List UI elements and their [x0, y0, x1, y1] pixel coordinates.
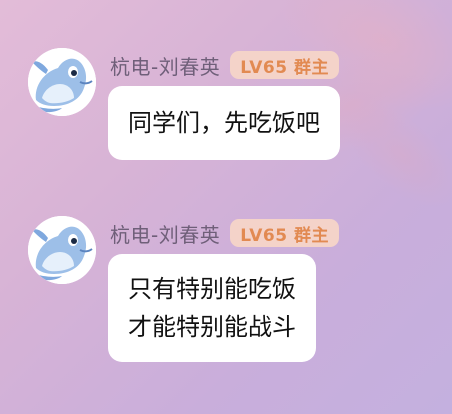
avatar[interactable] [28, 216, 96, 284]
message-bubble[interactable]: 同学们，先吃饭吧 [108, 86, 340, 160]
background-petal [325, 83, 452, 227]
message-text: 只有特别能吃饭 [128, 275, 296, 303]
dolphin-icon [28, 216, 96, 284]
message-header: 杭电-刘春英 LV65 群主 [110, 218, 339, 248]
avatar[interactable] [28, 48, 96, 116]
message-bubble[interactable]: 只有特别能吃饭 才能特别能战斗 [108, 254, 316, 362]
sender-name[interactable]: 杭电-刘春英 [110, 51, 220, 80]
message-text: 才能特别能战斗 [128, 313, 296, 341]
level-badge: LV65 群主 [230, 219, 339, 247]
sender-name[interactable]: 杭电-刘春英 [110, 219, 220, 248]
message-header: 杭电-刘春英 LV65 群主 [110, 50, 339, 80]
dolphin-icon [28, 48, 96, 116]
message-text: 同学们，先吃饭吧 [128, 109, 320, 137]
level-badge: LV65 群主 [230, 51, 339, 79]
